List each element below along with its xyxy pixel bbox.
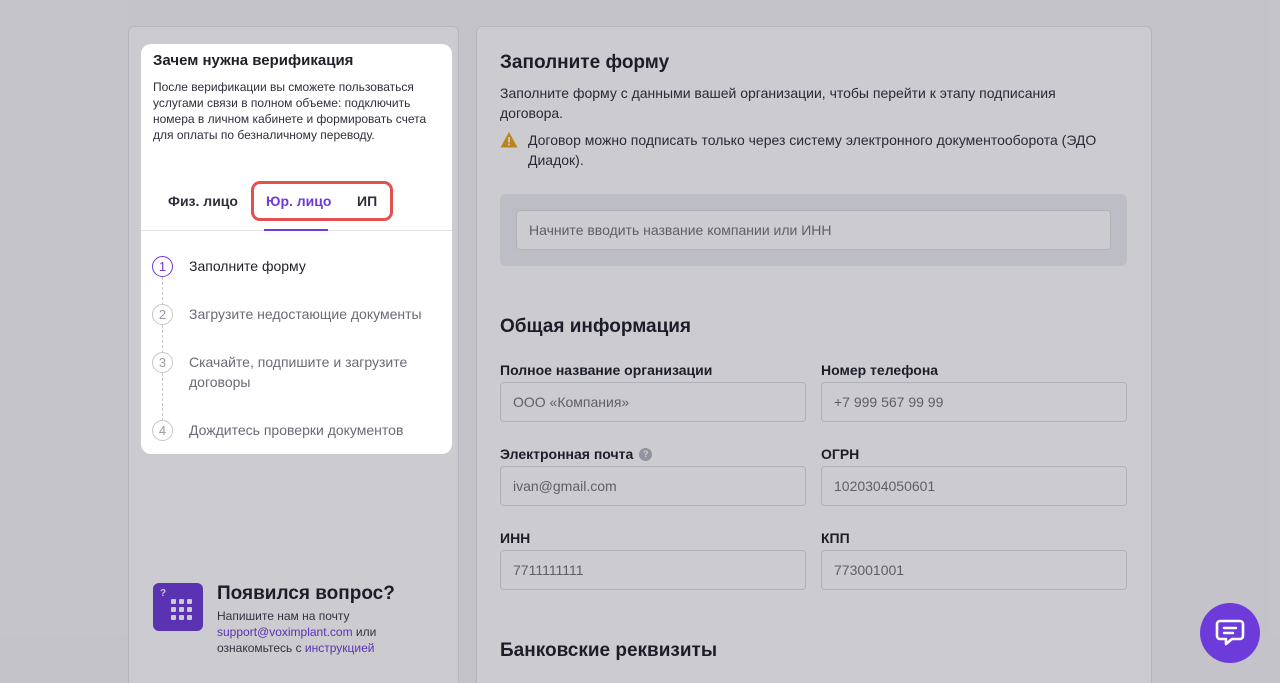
chat-button[interactable] xyxy=(1200,603,1260,663)
tab-individual[interactable]: Физ. лицо xyxy=(168,193,238,209)
step-connector xyxy=(162,277,163,305)
step-number: 3 xyxy=(152,352,173,373)
verification-description: После верификации вы сможете пользоватьс… xyxy=(153,80,427,142)
step-number: 4 xyxy=(152,420,173,441)
step-connector xyxy=(162,325,163,353)
step-label: Загрузите недостающие документы xyxy=(189,306,422,322)
verification-card: Зачем нужна верификация После верификаци… xyxy=(141,44,452,454)
step-label: Заполните форму xyxy=(189,258,306,274)
step-connector xyxy=(162,373,163,421)
active-tab-indicator xyxy=(264,229,328,231)
step-number: 1 xyxy=(152,256,173,277)
tab-highlight-frame xyxy=(251,181,393,221)
verification-title: Зачем нужна верификация xyxy=(153,52,354,69)
chat-icon xyxy=(1215,619,1245,646)
step-label: Скачайте, подпишите и загрузите договоры xyxy=(189,354,408,390)
step-number: 2 xyxy=(152,304,173,325)
step-label: Дождитесь проверки документов xyxy=(189,422,404,438)
